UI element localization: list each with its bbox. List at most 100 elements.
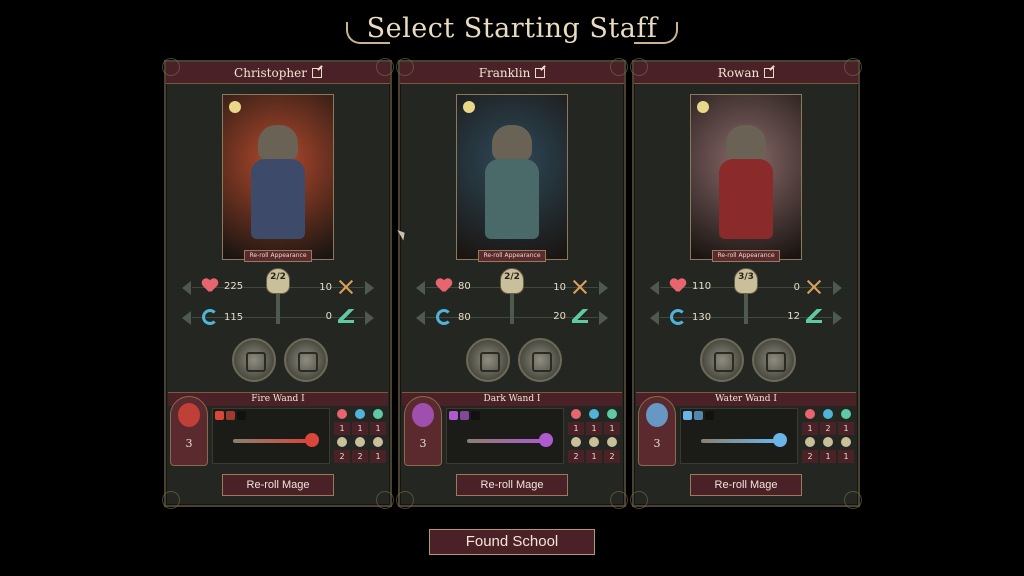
wand-tip-icon [539,433,553,447]
found-school-button[interactable]: Found School [429,529,595,555]
stat-grid-value: 1 [604,422,620,435]
mage-card-christopher: Christopher Re-roll Appearance 225 10 11… [162,58,394,509]
mage-name-header: Rowan [634,62,858,84]
reroll-mage-button[interactable]: Re-roll Mage [456,474,568,496]
stat-grid-value: 1 [838,422,854,435]
stat-grid-icon [571,409,581,419]
arrow-right-icon [599,311,608,325]
trait-icon[interactable] [518,338,562,382]
crossed-swords-icon [338,279,354,295]
arrow-left-icon [416,311,425,325]
skull-emblem: 2/2 [498,268,526,324]
traits [466,338,562,382]
stat-grid-icon [589,409,599,419]
stat-grid-icon [607,437,617,447]
reroll-appearance-button[interactable]: Re-roll Appearance [712,250,780,262]
mana-value: 115 [224,311,244,323]
edit-name-icon[interactable] [535,67,546,78]
wand-icon [233,439,309,443]
trait-icon[interactable] [284,338,328,382]
title-banner: Select Starting Staff [340,8,684,48]
mage-figure [492,125,532,161]
arrow-left-icon [650,311,659,325]
wand-stats-grid: 111212 [568,408,620,464]
wand-element-badge: 3 [638,396,676,466]
arrow-right-icon [833,281,842,295]
stat-grid-icon [607,409,617,419]
wand-display [446,408,564,464]
corner-ornament-icon [162,491,180,509]
reroll-appearance-button[interactable]: Re-roll Appearance [244,250,312,262]
arrow-left-icon [182,311,191,325]
reroll-mage-button[interactable]: Re-roll Mage [690,474,802,496]
arrow-right-icon [833,311,842,325]
wand-icon [467,439,543,443]
mage-name: Christopher [234,65,307,80]
traits [700,338,796,382]
attack-value: 0 [793,281,800,293]
wand-tip-icon [305,433,319,447]
mage-portrait [456,94,568,260]
skull-count: 2/2 [504,272,520,282]
wand-display [680,408,798,464]
stat-grid-icon [355,437,365,447]
mana-value: 130 [692,311,712,323]
stat-grid-value: 1 [586,450,602,463]
empty-slot-icon [237,411,246,420]
page-title: Select Starting Staff [366,12,658,44]
corner-ornament-icon [630,58,648,76]
mage-card-rowan: Rowan Re-roll Appearance 110 0 130 12 3/… [630,58,862,509]
stat-grid-icon [841,409,851,419]
stat-grid-value: 1 [568,422,584,435]
arrow-right-icon [365,281,374,295]
stat-grid-value: 2 [802,450,818,463]
reroll-appearance-button[interactable]: Re-roll Appearance [478,250,546,262]
attack-value: 10 [553,281,566,293]
stat-grid-value: 1 [586,422,602,435]
trait-icon[interactable] [232,338,276,382]
speed-icon [806,309,822,323]
trait-icon[interactable] [466,338,510,382]
mage-figure [726,125,766,161]
empty-slot-icon [705,411,714,420]
wand-display [212,408,330,464]
health-value: 80 [458,280,471,292]
stat-grid-value: 2 [604,450,620,463]
edit-name-icon[interactable] [311,67,322,78]
mage-name: Rowan [717,65,760,80]
stat-grid-value: 2 [352,450,368,463]
skull-emblem: 2/2 [264,268,292,324]
stat-grid-value: 2 [820,422,836,435]
stat-grid-icon [823,409,833,419]
wand-tier: 3 [653,437,661,450]
wand-tier: 3 [185,437,193,450]
mana-value: 80 [458,311,471,323]
trait-icon[interactable] [700,338,744,382]
trait-icon[interactable] [752,338,796,382]
empty-slot-icon [471,411,480,420]
stat-grid-value: 2 [568,450,584,463]
stat-grid-value: 1 [802,422,818,435]
corner-ornament-icon [844,58,862,76]
corner-ornament-icon [162,58,180,76]
reroll-mage-button[interactable]: Re-roll Mage [222,474,334,496]
speed-value: 0 [325,310,332,322]
spell-icon [683,411,692,420]
speed-icon [338,309,354,323]
stat-grid-icon [355,409,365,419]
spell-icon [449,411,458,420]
speed-icon [572,309,588,323]
mana-icon [202,309,218,325]
species-icon [229,101,241,113]
corner-ornament-icon [376,491,394,509]
mage-portrait [690,94,802,260]
corner-ornament-icon [376,58,394,76]
health-value: 110 [692,280,712,292]
stat-grid-icon [337,409,347,419]
stat-grid-value: 1 [370,450,386,463]
stat-grid-value: 2 [334,450,350,463]
arrow-right-icon [365,311,374,325]
traits [232,338,328,382]
wand-icon [701,439,777,443]
edit-name-icon[interactable] [764,67,775,78]
